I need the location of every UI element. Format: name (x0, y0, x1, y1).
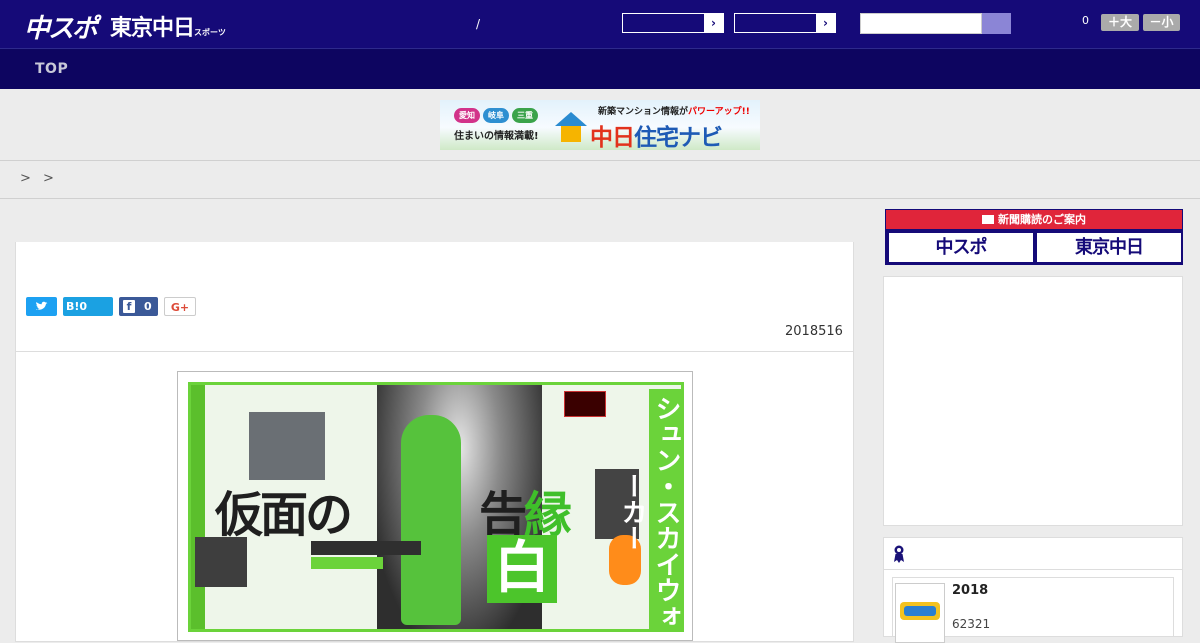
paper-logo-box (564, 391, 606, 417)
search-input[interactable] (860, 13, 982, 34)
paper-photo-small (249, 412, 325, 480)
paper-side-strip (191, 385, 205, 629)
font-smaller-button[interactable]: －小 (1143, 14, 1180, 31)
twitter-share-button[interactable] (26, 297, 57, 316)
chevron-right-icon: › (816, 14, 835, 32)
banner-pill-aichi: 愛知 (454, 108, 480, 123)
banner-tagline-prefix: 新築マンション情報が (598, 107, 689, 117)
house-icon (555, 112, 587, 126)
banner-area: 愛知 岐阜 三重 住まいの情報満載! 新築マンション情報がパワーアップ!! 中日… (0, 89, 1200, 161)
chunichi-housing-banner[interactable]: 愛知 岐阜 三重 住まいの情報満載! 新築マンション情報がパワーアップ!! 中日… (440, 100, 760, 150)
paper-headline-left: 仮面の (215, 487, 353, 543)
ranking-medal-icon (894, 545, 904, 563)
ranking-thumbnail (895, 583, 945, 643)
breadcrumb-text[interactable]: > > (20, 171, 58, 186)
subscribe-tokyo-chunichi-link[interactable]: 東京中日 (1037, 233, 1181, 262)
newspaper-front-page-image[interactable]: 仮面の 告縁 白 シュン・スカイウォーカー (188, 382, 684, 632)
thumbnail-graphic-accent (904, 606, 936, 616)
hatena-bookmark-button[interactable]: B!0 (63, 297, 113, 316)
breadcrumb: > > (0, 161, 1200, 199)
tokyo-logo-small: スポーツ (194, 28, 226, 37)
banner-title: 中日住宅ナビ (590, 118, 723, 150)
ranking-item-number: 62321 (952, 617, 991, 631)
google-plus-share-button[interactable]: G+ (164, 297, 196, 316)
paper-big-character: 白 (487, 535, 557, 603)
search-button[interactable] (982, 13, 1011, 34)
subscribe-chuspo-link[interactable]: 中スポ (889, 233, 1033, 262)
tokyo-logo-text: 東京中日 (110, 16, 195, 41)
banner-subtitle: 住まいの情報満載! (454, 131, 539, 142)
banner-pill-mie: 三重 (512, 108, 538, 123)
newspaper-icon (982, 215, 994, 224)
subscription-header: 新聞購読のご案内 (886, 210, 1182, 229)
chuspo-logo[interactable]: 中スポ (24, 8, 98, 45)
facebook-share-button[interactable]: f 0 (119, 297, 158, 316)
masked-wrestler-figure (401, 415, 461, 625)
house-body-icon (561, 126, 581, 142)
chevron-right-icon: › (704, 14, 723, 32)
header-separator: / (476, 17, 481, 31)
twitter-icon (36, 301, 48, 310)
subcategory-select[interactable]: › (734, 13, 836, 33)
banner-tagline-emphasis: パワーアップ!! (688, 107, 750, 117)
ranking-item[interactable]: 2018 62321 (892, 577, 1174, 643)
banner-pill-gifu: 岐阜 (483, 108, 509, 123)
main-nav: TOP (0, 49, 1200, 89)
paper-caption-bar-green (311, 557, 383, 569)
ranking-widget: 2018 62321 (883, 537, 1183, 643)
site-header: 中スポ 東京中日スポーツ / › › 0 ＋大 －小 (0, 0, 1200, 49)
subscription-widget: 新聞購読のご案内 中スポ 東京中日 (885, 209, 1183, 265)
banner-title-b: 住宅ナビ (634, 125, 723, 150)
paper-vertical-headline: シュン・スカイウォーカー (617, 389, 681, 629)
ranking-divider (884, 569, 1182, 570)
category-select[interactable]: › (622, 13, 724, 33)
font-larger-button[interactable]: ＋大 (1101, 14, 1139, 31)
article-divider (16, 351, 854, 352)
banner-tagline: 新築マンション情報がパワーアップ!! (598, 104, 750, 117)
tokyo-chunichi-logo[interactable]: 東京中日スポーツ (110, 10, 226, 42)
nav-item-top[interactable]: TOP (35, 61, 68, 77)
sidebar-ad-slot (883, 276, 1183, 526)
ranking-item-year: 2018 (952, 583, 989, 598)
subscription-header-text: 新聞購読のご案内 (998, 213, 1086, 226)
article-date: 2018516 (785, 324, 843, 339)
font-size-indicator: 0 (1082, 14, 1089, 27)
banner-title-a: 中日 (590, 125, 635, 150)
facebook-share-count: 0 (144, 300, 152, 313)
facebook-icon: f (123, 300, 135, 313)
